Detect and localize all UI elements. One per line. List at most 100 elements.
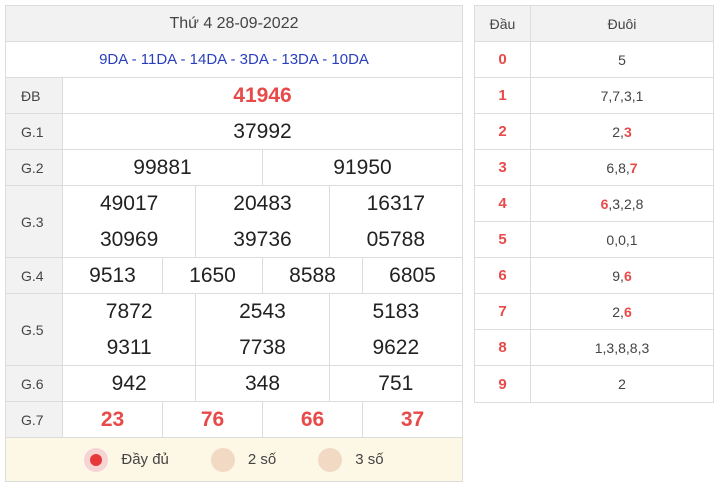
- prize-row-g3: G.3 49017 30969 20483 39736 16317 05788: [6, 186, 462, 258]
- prize-number: 348: [196, 366, 330, 401]
- head-tail-row: 22,3: [475, 114, 713, 150]
- radio-selected-icon[interactable]: [84, 447, 109, 472]
- head-tail-table: Đầu Đuôi 0517,7,3,122,336,8,746,3,2,850,…: [474, 5, 714, 403]
- tail-digit: 9: [612, 267, 621, 284]
- ticket-codes-row: 9DA - 11DA - 14DA - 3DA - 13DA - 10DA: [6, 42, 462, 78]
- prize-cell: 5183 9622: [330, 294, 462, 365]
- tail-digit: 3: [612, 195, 621, 212]
- prize-row-g1: G.1 37992: [6, 114, 462, 150]
- prize-cell: 2543 7738: [196, 294, 330, 365]
- prize-number: 942: [63, 366, 197, 401]
- tail-digit: 6: [600, 195, 609, 212]
- prize-number: 99881: [63, 150, 263, 185]
- head-digit: 4: [475, 186, 531, 221]
- tail-digit: 2: [618, 376, 626, 392]
- prize-number: 6805: [389, 263, 436, 287]
- tail-digit: 6: [623, 267, 632, 284]
- tail-digit: 8: [635, 195, 644, 212]
- tail-digit: 2: [612, 123, 621, 140]
- prize-number: 7872: [105, 300, 153, 324]
- tail-digit: 7: [629, 159, 638, 176]
- head-digit: 7: [475, 294, 531, 329]
- head-tail-row: 4 6,3,2,8: [475, 186, 713, 222]
- tail-digit: 5: [618, 51, 626, 68]
- head-tail-row: 69,6: [475, 258, 713, 294]
- tail-digit: 7: [600, 87, 609, 104]
- prize-row-db: ĐB 41946: [6, 78, 462, 114]
- draw-date-text: Thứ 4 28-09-2022: [169, 14, 299, 32]
- prize-number: 23: [63, 402, 163, 437]
- prize-number: 05788: [366, 227, 426, 251]
- prize-number: 9513: [63, 258, 163, 293]
- prize-number: 76: [163, 402, 263, 437]
- tail-digit: 8: [629, 339, 638, 356]
- results-table: Thứ 4 28-09-2022 9DA - 11DA - 14DA - 3DA…: [5, 5, 463, 482]
- prize-row-g2: G.2 99881 91950: [6, 150, 462, 186]
- prize-number: 7738: [239, 335, 286, 359]
- prize-label: G.3: [6, 186, 63, 257]
- head-tail-row: 81,3,8,8,3: [475, 330, 713, 366]
- prize-cell: 16317 05788: [330, 186, 462, 257]
- tail-digits: 6,3,2,8: [600, 195, 644, 212]
- mode-option-full[interactable]: Đầy đủ: [84, 447, 169, 472]
- tail-digit: 1: [629, 231, 638, 248]
- tail-digits: 2: [531, 366, 713, 402]
- prize-cell: 20483 39736: [196, 186, 330, 257]
- tail-digits: 7,7,3,1: [600, 87, 644, 104]
- tail-digits: 6,8,7: [606, 159, 638, 176]
- radio-unselected-icon[interactable]: [318, 447, 343, 472]
- mode-option-2-digits[interactable]: 2 số: [210, 447, 277, 472]
- prize-label: G.5: [6, 294, 63, 365]
- tail-digits: 9,6: [612, 267, 632, 284]
- prize-row-g4: G.4 9513 1650 8588 6805: [6, 258, 462, 294]
- head-tail-row: 17,7,3,1: [475, 78, 713, 114]
- tail-digit: 1: [635, 87, 644, 104]
- tail-digit: 8: [618, 339, 626, 356]
- prize-label: G.7: [6, 402, 63, 437]
- head-tail-header: Đầu Đuôi: [475, 6, 713, 42]
- head-digit: 9: [475, 366, 531, 402]
- prize-row-g5: G.5 7872 9311 2543 7738 5183 9622: [6, 294, 462, 366]
- prize-number: 2543: [239, 300, 286, 324]
- tail-column-header: Đuôi: [531, 6, 713, 41]
- prize-label: G.2: [6, 150, 63, 185]
- prize-number: 9311: [106, 335, 152, 359]
- tail-digit: 6: [606, 159, 615, 176]
- prize-number: 30969: [99, 227, 159, 251]
- head-digit: 8: [475, 330, 531, 365]
- head-tail-row: 05: [475, 42, 713, 78]
- prize-number: 1650: [163, 258, 263, 293]
- head-column-header: Đầu: [475, 6, 531, 41]
- prize-number: 37992: [233, 119, 292, 143]
- tail-digit: 2: [612, 303, 621, 320]
- prize-row-g7: G.7 23 76 66 37: [6, 402, 462, 438]
- head-tail-row: 5 0,0,1: [475, 222, 713, 258]
- tail-digit: 3: [623, 87, 632, 104]
- head-digit: 2: [475, 114, 531, 149]
- prize-number: 9622: [372, 335, 420, 359]
- mode-option-3-digits[interactable]: 3 số: [318, 447, 384, 472]
- prize-cell: 49017 30969: [63, 186, 197, 257]
- tail-digits: 0,0,1: [606, 231, 638, 248]
- tail-digit: 6: [623, 303, 632, 320]
- head-digit: 6: [475, 258, 531, 293]
- tail-digit: 3: [623, 123, 632, 140]
- prize-row-g6: G.6 942 348 751: [6, 366, 462, 402]
- head-digit: 1: [475, 78, 531, 113]
- tail-digit: 7: [612, 87, 621, 104]
- prize-number: 751: [378, 371, 414, 395]
- tail-digit: 0: [606, 231, 615, 248]
- radio-unselected-icon[interactable]: [210, 447, 235, 472]
- prize-number: 49017: [99, 192, 159, 216]
- head-digit: 5: [475, 222, 531, 257]
- tail-digit: 3: [641, 339, 650, 356]
- prize-number: 66: [263, 402, 363, 437]
- prize-number: 37: [400, 407, 425, 431]
- mode-label: 2 số: [247, 451, 277, 468]
- prize-cell: 7872 9311: [63, 294, 197, 365]
- prize-number: 8588: [263, 258, 363, 293]
- prize-number: 5183: [372, 300, 420, 324]
- prize-number: 91950: [333, 155, 392, 179]
- head-tail-row: 72,6: [475, 294, 713, 330]
- prize-label: G.4: [6, 258, 63, 293]
